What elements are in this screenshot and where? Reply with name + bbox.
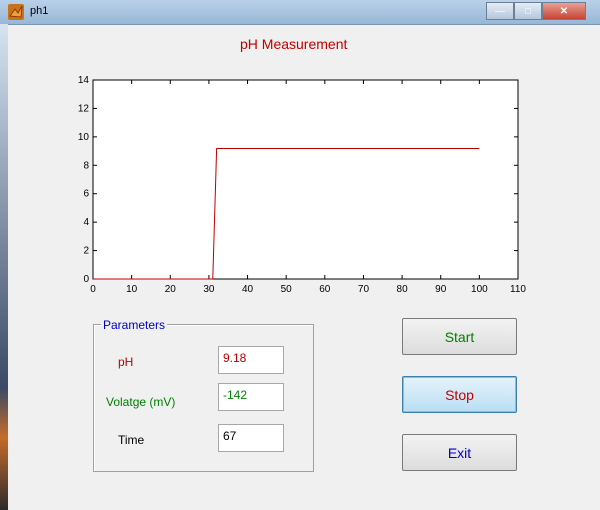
y-tick-label: 12 bbox=[78, 103, 90, 114]
ph-value-field: 9.18 bbox=[218, 346, 284, 374]
x-tick-label: 30 bbox=[203, 284, 215, 295]
x-tick-label: 50 bbox=[281, 284, 293, 295]
app-window: ph1 — □ ✕ pH Measurement 0 10 20 30 40 50 60 70… bbox=[0, 0, 600, 510]
desktop-edge bbox=[0, 24, 8, 510]
y-tick-label: 14 bbox=[78, 75, 90, 86]
title-bar[interactable]: ph1 — □ ✕ bbox=[0, 0, 600, 25]
x-tick-label: 20 bbox=[165, 284, 177, 295]
ph-plot: 0 10 20 30 40 50 60 70 80 90 100 110 0 2 4 6 8 10 12 14 bbox=[78, 75, 527, 295]
minimize-icon[interactable]: — bbox=[486, 2, 514, 20]
time-value-field: 67 bbox=[218, 424, 284, 452]
x-tick-label: 90 bbox=[435, 284, 447, 295]
x-tick-label: 100 bbox=[471, 284, 488, 295]
matlab-icon bbox=[8, 4, 24, 20]
exit-button[interactable]: Exit bbox=[402, 434, 517, 471]
time-label: Time bbox=[118, 433, 145, 447]
x-tick-label: 40 bbox=[242, 284, 254, 295]
voltage-value-field: -142 bbox=[218, 383, 284, 411]
ph-label: pH bbox=[118, 355, 134, 369]
y-tick-label: 0 bbox=[83, 274, 89, 285]
plot-area bbox=[92, 79, 519, 280]
voltage-label: Volatge (mV) bbox=[106, 395, 176, 409]
x-tick-label: 110 bbox=[510, 284, 526, 295]
maximize-icon[interactable]: □ bbox=[514, 2, 542, 20]
plot-title: pH Measurement bbox=[240, 36, 348, 52]
start-button[interactable]: Start bbox=[402, 318, 517, 355]
stop-button[interactable]: Stop bbox=[402, 376, 517, 413]
y-tick-label: 4 bbox=[83, 217, 89, 228]
y-tick-label: 6 bbox=[83, 189, 89, 200]
x-tick-label: 80 bbox=[397, 284, 409, 295]
y-tick-label: 8 bbox=[83, 160, 89, 171]
x-tick-label: 60 bbox=[319, 284, 331, 295]
x-tick-label: 70 bbox=[358, 284, 370, 295]
parameters-title: Parameters bbox=[101, 318, 168, 332]
window-title: ph1 bbox=[30, 5, 49, 17]
x-tick-label: 0 bbox=[90, 284, 96, 295]
x-tick-label: 10 bbox=[126, 284, 138, 295]
y-tick-label: 10 bbox=[78, 132, 90, 143]
close-icon[interactable]: ✕ bbox=[542, 2, 586, 20]
window-controls: — □ ✕ bbox=[486, 2, 586, 20]
y-tick-label: 2 bbox=[83, 246, 89, 257]
